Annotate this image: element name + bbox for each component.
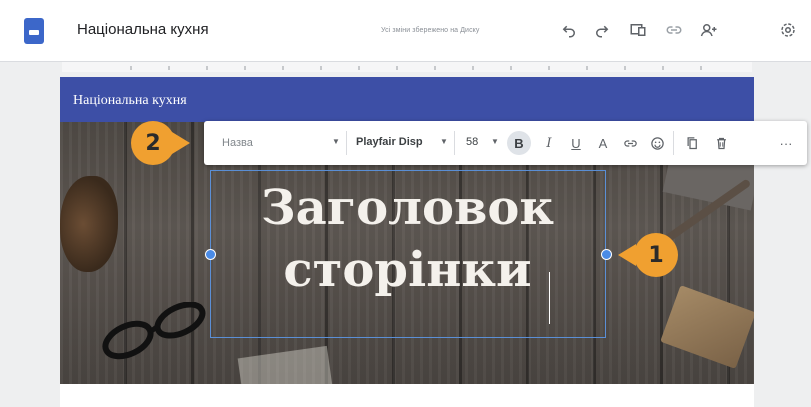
top-app-bar: Національна кухня Усі зміни збережено на… xyxy=(0,0,811,62)
bold-button[interactable]: B xyxy=(507,131,531,155)
delete-icon[interactable] xyxy=(709,131,733,155)
site-header[interactable]: Національна кухня xyxy=(60,77,754,122)
hero-title-line-1: Заголовок xyxy=(260,180,555,236)
size-dropdown-icon[interactable]: ▼ xyxy=(491,137,499,146)
ruler-ticks xyxy=(130,66,710,70)
settings-icon[interactable] xyxy=(776,18,800,42)
site-title[interactable]: Національна кухня xyxy=(73,93,187,109)
resize-handle-right[interactable] xyxy=(601,249,612,260)
toolbar-divider xyxy=(454,131,455,155)
redo-icon[interactable] xyxy=(590,18,614,42)
callout-2: 2 xyxy=(131,121,175,165)
text-color-button[interactable]: A xyxy=(591,131,615,155)
document-title[interactable]: Національна кухня xyxy=(77,21,209,38)
sites-logo-icon[interactable] xyxy=(24,18,44,44)
pinecone-image xyxy=(60,176,118,272)
hero-title-line-2: сторінки xyxy=(283,242,532,298)
toolbar-divider xyxy=(346,131,347,155)
font-dropdown-icon[interactable]: ▼ xyxy=(440,137,448,146)
paragraph-style-select[interactable]: Назва xyxy=(222,137,253,149)
callout-1-arrow xyxy=(618,244,636,266)
text-caret xyxy=(549,272,550,324)
link-icon[interactable] xyxy=(618,131,642,155)
more-options-button[interactable]: ··· xyxy=(774,131,798,155)
save-status: Усі зміни збережено на Диску xyxy=(381,27,480,34)
toolbar-divider xyxy=(673,131,674,155)
paper-image xyxy=(237,345,333,384)
link-icon[interactable] xyxy=(662,18,686,42)
undo-icon[interactable] xyxy=(557,18,581,42)
hero-title[interactable]: Заголовок сторінки xyxy=(210,177,605,337)
italic-button[interactable]: I xyxy=(537,131,561,155)
font-family-select[interactable]: Playfair Disp xyxy=(356,136,423,148)
preview-icon[interactable] xyxy=(626,18,650,42)
callout-1: 1 xyxy=(634,233,678,277)
resize-handle-left[interactable] xyxy=(205,249,216,260)
box-image xyxy=(660,285,754,369)
font-size-select[interactable]: 58 xyxy=(466,136,478,148)
share-icon[interactable] xyxy=(697,18,721,42)
callout-2-arrow xyxy=(172,132,190,154)
emoji-icon[interactable] xyxy=(645,131,669,155)
glasses-image xyxy=(102,302,206,360)
style-dropdown-icon[interactable]: ▼ xyxy=(332,137,340,146)
duplicate-icon[interactable] xyxy=(680,131,704,155)
text-format-toolbar: Назва ▼ Playfair Disp ▼ 58 ▼ B I U A ··· xyxy=(204,121,807,165)
underline-button[interactable]: U xyxy=(564,131,588,155)
